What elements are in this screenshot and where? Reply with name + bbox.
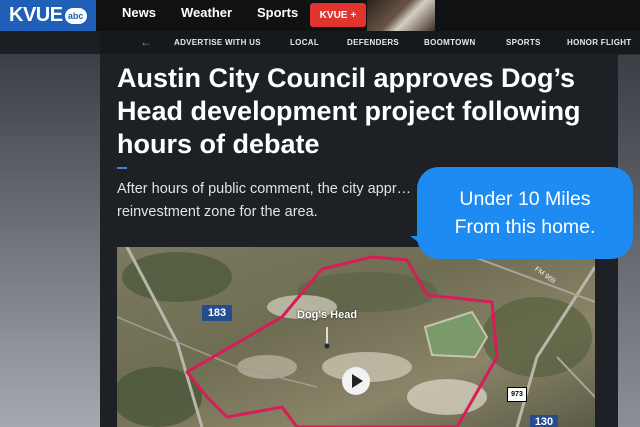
top-navigation-bar: KVUE abc News Weather Sports KVUE + xyxy=(0,0,640,31)
road-973-marker: 973 xyxy=(507,387,527,402)
subnav-local[interactable]: LOCAL xyxy=(290,38,319,47)
nav-sports[interactable]: Sports xyxy=(257,5,298,20)
bubble-line-1: Under 10 Miles xyxy=(459,188,591,210)
article-headline: Austin City Council approves Dog’s Head … xyxy=(117,63,581,159)
back-arrow-icon[interactable]: ← xyxy=(140,35,152,49)
play-button[interactable] xyxy=(342,367,370,395)
play-icon xyxy=(352,374,363,388)
section-subnav: ← ADVERTISE WITH US LOCAL DEFENDERS BOOM… xyxy=(100,31,640,55)
tree-area xyxy=(482,297,592,377)
highway-130-shield: 130 xyxy=(530,415,558,427)
speech-bubble-overlay: Under 10 Miles From this home. xyxy=(417,167,633,259)
satellite-map[interactable]: Dog's Head 183 130 973 FM 969 xyxy=(117,247,595,427)
page-background-left xyxy=(0,54,100,427)
plus-icon: + xyxy=(350,9,357,21)
quarry-area xyxy=(237,355,297,379)
abc-badge: abc xyxy=(64,7,87,24)
kvue-logo[interactable]: KVUE abc xyxy=(0,0,96,31)
kvue-plus-button[interactable]: KVUE + xyxy=(310,3,366,27)
subnav-advertise[interactable]: ADVERTISE WITH US xyxy=(174,38,261,47)
subnav-defenders[interactable]: DEFENDERS xyxy=(347,38,399,47)
subnav-sports[interactable]: SPORTS xyxy=(506,38,541,47)
subnav-boomtown[interactable]: BOOMTOWN xyxy=(424,38,476,47)
logo-text: KVUE xyxy=(9,4,63,26)
place-label-dogs-head: Dog's Head xyxy=(297,309,358,321)
accent-divider xyxy=(117,167,127,169)
bubble-line-2: From this home. xyxy=(454,216,596,238)
location-pin xyxy=(324,343,330,349)
highway-183-shield: 183 xyxy=(202,305,232,321)
nav-weather[interactable]: Weather xyxy=(181,5,232,20)
kvue-plus-label: KVUE xyxy=(319,9,348,21)
article-subheadline: After hours of public comment, the city … xyxy=(117,181,412,220)
nav-news[interactable]: News xyxy=(122,5,156,20)
subnav-honor-flight[interactable]: HONOR FLIGHT xyxy=(567,38,631,47)
video-thumbnail[interactable] xyxy=(367,0,435,31)
tree-area xyxy=(122,252,232,302)
